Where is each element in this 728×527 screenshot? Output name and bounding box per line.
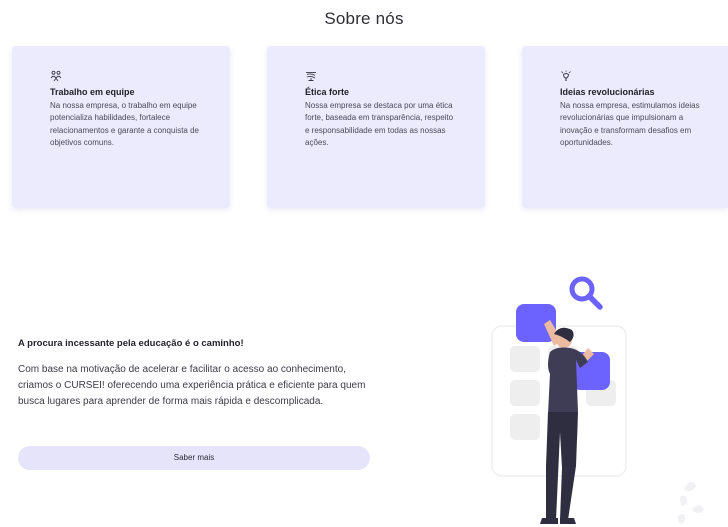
- search-person-illustration: [491, 276, 704, 524]
- magnifier-icon: [569, 276, 603, 310]
- card-ideas: Ideias revolucionárias Na nossa empresa,…: [522, 46, 728, 208]
- card-ethics: Ética forte Nossa empresa se destaca por…: [267, 46, 485, 208]
- board-tile: [510, 380, 540, 406]
- section-title: Sobre nós: [324, 9, 404, 28]
- card-title: Ética forte: [305, 87, 350, 97]
- page: Sobre nós Trabalho em equipe Na nossa em…: [0, 0, 728, 527]
- promo-text: Com base na motivação de acelerar e faci…: [18, 364, 366, 407]
- card-teamwork: Trabalho em equipe Na nossa empresa, o t…: [12, 46, 230, 208]
- lightbulb-icon: [561, 70, 571, 81]
- card-title: Trabalho em equipe: [50, 87, 135, 97]
- promo-title: A procura incessante pela educação é o c…: [18, 338, 244, 349]
- people-icon: [50, 70, 62, 82]
- card-text: Na nossa empresa, o trabalho em equipe p…: [50, 101, 199, 148]
- scale-icon: [306, 72, 316, 81]
- card-text: Nossa empresa se destaca por uma ética f…: [305, 101, 454, 148]
- board-tile: [510, 414, 540, 440]
- learn-more-button[interactable]: Saber mais: [18, 446, 370, 470]
- board-tile: [510, 346, 540, 372]
- card-title: Ideias revolucionárias: [560, 87, 655, 97]
- plant-decoration: [677, 481, 704, 524]
- card-text: Na nossa empresa, estimulamos ideias rev…: [560, 101, 700, 148]
